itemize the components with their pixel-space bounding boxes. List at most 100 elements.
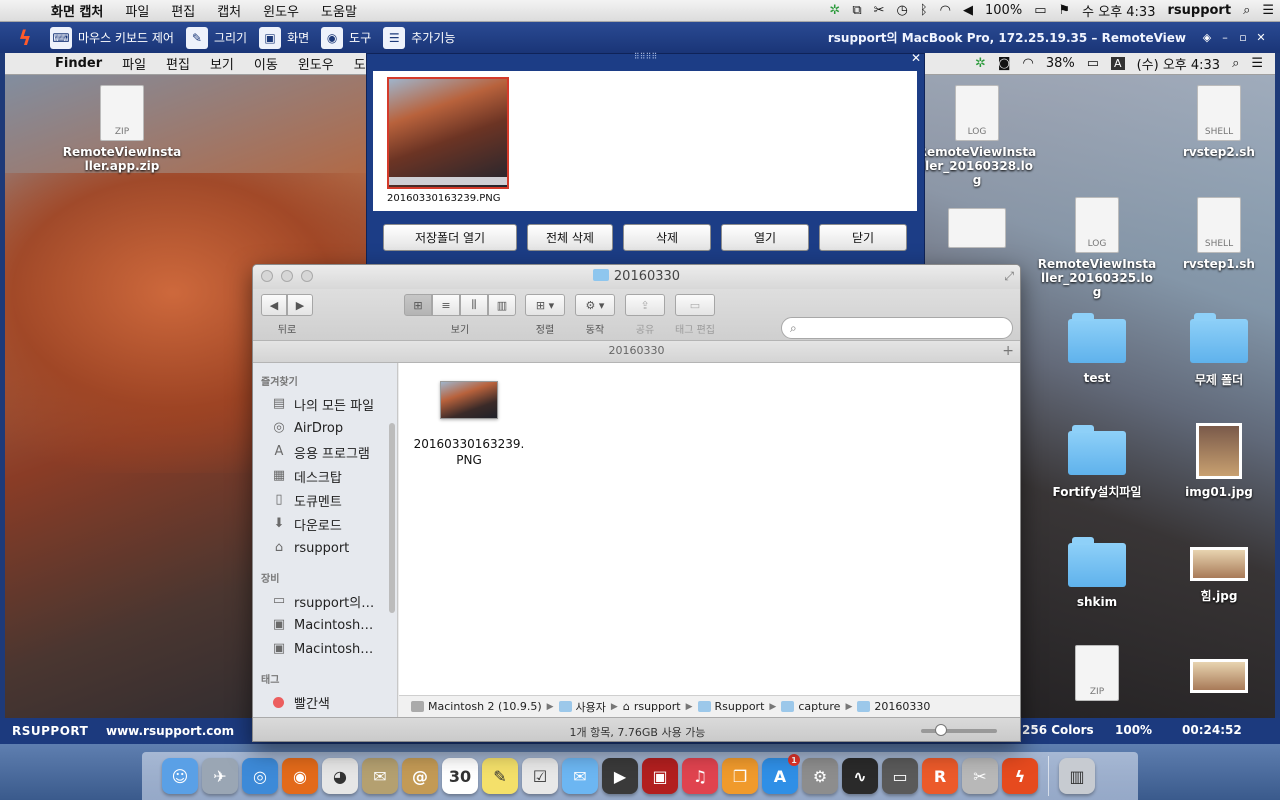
icon-size-slider[interactable]: [921, 724, 997, 736]
gear-icon[interactable]: ⚙ ▾: [575, 294, 615, 316]
capture-status-icon[interactable]: ⧉: [852, 3, 861, 18]
sidebar-item-applications[interactable]: A 응용 프로그램: [253, 440, 397, 464]
fullscreen-icon[interactable]: ⤢: [1004, 269, 1014, 284]
dock-ibooks-icon[interactable]: ❐: [722, 758, 758, 794]
notification-center-icon[interactable]: ☰: [1262, 3, 1274, 18]
desktop-folder[interactable]: test: [1037, 313, 1157, 385]
path-segment[interactable]: Rsupport: [697, 700, 764, 713]
time-machine-icon[interactable]: ◷: [897, 3, 908, 18]
dock-chrome-icon[interactable]: ◕: [322, 758, 358, 794]
sidebar-tag-red[interactable]: 빨간색: [253, 690, 397, 714]
dock-trash-icon[interactable]: ▥: [1059, 758, 1095, 794]
battery-icon[interactable]: ▭: [1034, 3, 1046, 18]
tag-icon[interactable]: ▭: [675, 294, 715, 316]
path-segment[interactable]: Macintosh 2 (10.9.5): [411, 700, 542, 713]
path-segment[interactable]: ⌂ rsupport: [623, 700, 681, 713]
status-app-icon[interactable]: ✲: [829, 3, 840, 18]
dock-reminders-icon[interactable]: ☑: [522, 758, 558, 794]
delete-all-button[interactable]: 전체 삭제: [527, 224, 613, 251]
dock-remoteview-icon[interactable]: R: [922, 758, 958, 794]
remote-battery-icon[interactable]: ▭: [1087, 56, 1099, 71]
bluetooth-icon[interactable]: ᛒ: [920, 3, 928, 18]
dock-finder-icon[interactable]: ☺: [162, 758, 198, 794]
dock-messages-icon[interactable]: ✉: [562, 758, 598, 794]
sidebar-item-device[interactable]: ▣ Macintosh…: [253, 613, 397, 637]
wifi-icon[interactable]: ◠: [940, 3, 951, 18]
remote-menu-finder[interactable]: Finder: [45, 56, 112, 71]
delete-button[interactable]: 삭제: [623, 224, 711, 251]
finder-titlebar[interactable]: 20160330 ⤢: [253, 265, 1020, 289]
slider-knob[interactable]: [935, 724, 947, 736]
file-item[interactable]: 20160330163239.PNG: [413, 381, 525, 468]
finder-content[interactable]: 20160330163239.PNG: [399, 363, 1020, 695]
open-save-folder-button[interactable]: 저장폴더 열기: [383, 224, 517, 251]
desktop-image[interactable]: [1159, 659, 1275, 699]
column-view-icon[interactable]: ⫼: [460, 294, 488, 316]
dialog-drag-handle[interactable]: ⠿⠿⠿⠿: [367, 53, 924, 62]
desktop-screenshot-file[interactable]: [917, 208, 1037, 252]
sidebar-item-airdrop[interactable]: ◎ AirDrop: [253, 416, 397, 440]
clock[interactable]: 수 오후 4:33: [1082, 1, 1155, 20]
dock-notes-icon[interactable]: ✎: [482, 758, 518, 794]
desktop-image[interactable]: img01.jpg: [1159, 423, 1275, 499]
sidebar-scrollbar[interactable]: [389, 423, 395, 613]
remote-status-app-icon[interactable]: ✲: [975, 56, 986, 71]
sidebar-item-device[interactable]: ▭ rsupport의…: [253, 589, 397, 613]
list-view-icon[interactable]: ≡: [432, 294, 460, 316]
sidebar-item-home[interactable]: ⌂ rsupport: [253, 536, 397, 560]
tools-status-icon[interactable]: ✂: [874, 3, 885, 18]
add-tab-icon[interactable]: +: [1002, 341, 1014, 361]
host-menu-help[interactable]: 도움말: [310, 1, 368, 20]
dock-app-store-icon[interactable]: A1: [762, 754, 800, 794]
remote-menu-go[interactable]: 이동: [244, 54, 288, 73]
host-menu-capture[interactable]: 캡처: [206, 1, 252, 20]
path-segment[interactable]: 사용자: [558, 699, 606, 715]
screen-button[interactable]: ▣ 화면: [259, 26, 309, 49]
maximize-button[interactable]: ▫: [1234, 31, 1252, 44]
remote-shield-icon[interactable]: ◙: [998, 56, 1011, 71]
close-dialog-button[interactable]: 닫기: [819, 224, 907, 251]
sidebar-item-all-files[interactable]: ▤ 나의 모든 파일: [253, 392, 397, 416]
remote-menu-edit[interactable]: 편집: [156, 54, 200, 73]
tools-button[interactable]: ◉ 도구: [321, 26, 371, 49]
mouse-keyboard-control-button[interactable]: ⌨ 마우스 키보드 제어: [50, 26, 174, 49]
volume-icon[interactable]: ◀: [963, 3, 973, 18]
desktop-file[interactable]: LOG RemoteViewInstaller_20160325.log: [1037, 197, 1157, 299]
search-input[interactable]: ⌕: [781, 317, 1013, 339]
pin-icon[interactable]: ◈: [1198, 31, 1216, 44]
dock-remoteview-flash-icon[interactable]: ϟ: [1002, 758, 1038, 794]
share-icon[interactable]: ⇪: [625, 294, 665, 316]
dock-screen-capture-icon[interactable]: ✂: [962, 758, 998, 794]
desktop-file[interactable]: SHELL rvstep1.sh: [1159, 197, 1275, 271]
dock-facetime-icon[interactable]: ▶: [602, 758, 638, 794]
remote-menu-view[interactable]: 보기: [200, 54, 244, 73]
desktop-file[interactable]: ZIP RemoteViewInstaller.app.zip: [62, 85, 182, 173]
remote-clock[interactable]: (수) 오후 4:33: [1137, 54, 1220, 73]
desktop-image[interactable]: 힘.jpg: [1159, 547, 1275, 604]
sidebar-item-device[interactable]: ▣ Macintosh…: [253, 637, 397, 661]
back-arrow-icon[interactable]: ◀: [261, 294, 287, 316]
dock-safari-icon[interactable]: ◎: [242, 758, 278, 794]
spotlight-icon[interactable]: ⌕: [1243, 3, 1250, 18]
input-source[interactable]: A: [1111, 57, 1125, 70]
extra-functions-button[interactable]: ☰ 추가기능: [383, 26, 455, 49]
desktop-folder[interactable]: Fortify설치파일: [1037, 425, 1157, 500]
remote-spotlight-icon[interactable]: ⌕: [1232, 56, 1239, 71]
rsupport-link[interactable]: www.rsupport.com: [106, 724, 234, 738]
path-segment[interactable]: 20160330: [857, 700, 930, 713]
flag-icon[interactable]: ⚑: [1058, 3, 1070, 18]
minimize-button[interactable]: –: [1216, 31, 1234, 44]
desktop-file[interactable]: SHELL rvstep2.sh: [1159, 85, 1275, 159]
desktop-folder[interactable]: 무제 폴더: [1159, 313, 1275, 388]
path-segment[interactable]: capture: [781, 700, 840, 713]
desktop-folder[interactable]: shkim: [1037, 537, 1157, 609]
draw-button[interactable]: ✎ 그리기: [185, 26, 247, 49]
arrange-icon[interactable]: ⊞ ▾: [525, 294, 565, 316]
dialog-close-icon[interactable]: ✕: [911, 51, 921, 65]
host-menu-file[interactable]: 파일: [114, 1, 160, 20]
dock-contacts-icon[interactable]: @: [402, 758, 438, 794]
user-name[interactable]: rsupport: [1167, 3, 1231, 18]
icon-view-icon[interactable]: ⊞: [404, 294, 432, 316]
dock-calendar-icon[interactable]: 30: [442, 758, 478, 794]
dock-launchpad-icon[interactable]: ✈: [202, 758, 238, 794]
